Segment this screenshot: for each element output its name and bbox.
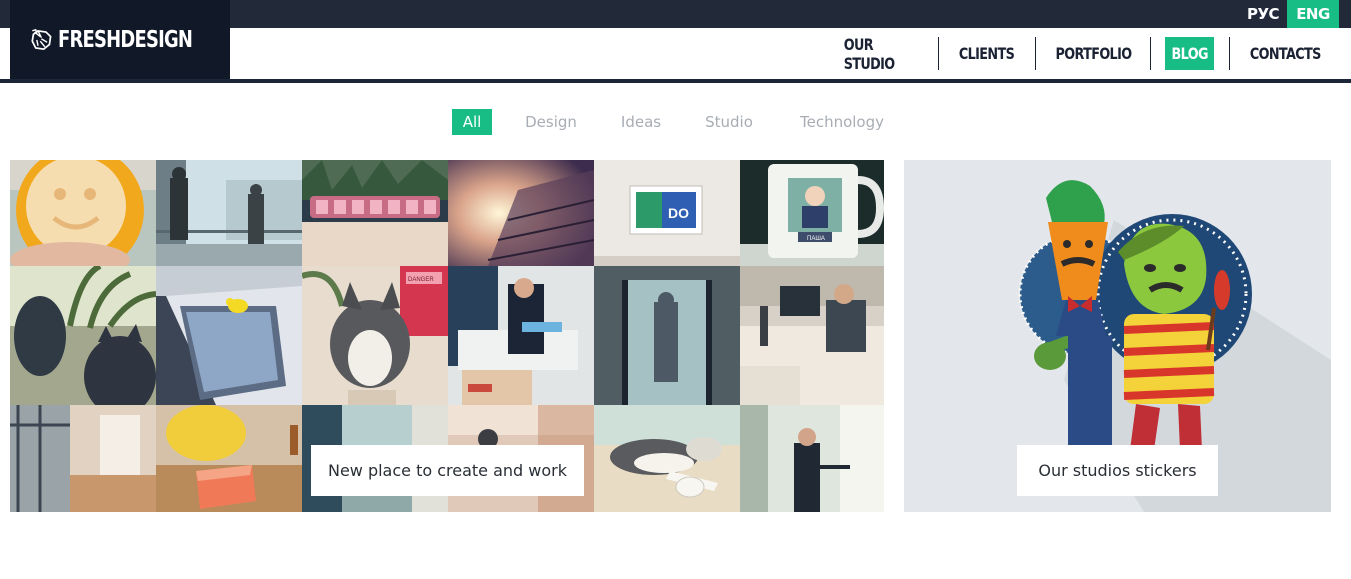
photo-sleeping-dog — [594, 405, 740, 512]
post-caption[interactable]: Our studios stickers — [1017, 445, 1218, 496]
nav-our-studio[interactable]: OUR STUDIO — [835, 34, 922, 73]
nav-label: CLIENTS — [959, 44, 1015, 63]
nav-blog[interactable]: BLOG — [1165, 37, 1214, 70]
photo-man-standing — [740, 405, 884, 512]
post-card-stickers[interactable]: Our studios stickers — [904, 160, 1331, 512]
photo-window-cat — [10, 266, 156, 405]
logo-icon — [31, 28, 52, 51]
logo-text: FRESHDESIGN — [57, 27, 193, 53]
filter-ideas[interactable]: Ideas — [614, 109, 668, 135]
photo-stairs — [10, 405, 156, 512]
mug-label: ПАША — [807, 236, 825, 242]
filter-design[interactable]: Design — [518, 109, 584, 135]
nav-divider — [1035, 37, 1036, 70]
photo-poster-wall: DO — [594, 160, 740, 266]
photo-sunlit-roof — [448, 160, 594, 266]
language-en[interactable]: ENG — [1287, 0, 1339, 28]
language-ru[interactable]: РУС — [1239, 0, 1287, 28]
logo[interactable]: FRESHDESIGN — [10, 0, 230, 80]
nav-label: OUR STUDIO — [843, 34, 895, 73]
nav-label: PORTFOLIO — [1055, 44, 1132, 63]
photo-mug: ПАША — [740, 160, 884, 266]
photo-fresh-letters — [302, 160, 448, 266]
nav-label: BLOG — [1171, 44, 1208, 63]
nav-portfolio[interactable]: PORTFOLIO — [1052, 37, 1134, 70]
filter-all[interactable]: All — [452, 109, 492, 135]
photo-coffee-cup — [10, 160, 156, 266]
photo-office-workers — [740, 266, 884, 405]
post-caption[interactable]: New place to create and work — [311, 445, 584, 496]
nav-divider — [1229, 37, 1230, 70]
photo-beanbag-box — [156, 405, 302, 512]
photo-desk-man — [448, 266, 594, 405]
filter-technology[interactable]: Technology — [792, 109, 892, 135]
photo-parrot-monitor — [156, 266, 302, 405]
header-divider — [0, 79, 1351, 83]
nav-divider — [1150, 37, 1151, 70]
nav-contacts[interactable]: CONTACTS — [1246, 37, 1324, 70]
photo-balcony-people — [156, 160, 302, 266]
poster-text: DO — [668, 205, 689, 221]
photo-husky-dog: DANGER — [302, 266, 448, 405]
nav-label: CONTACTS — [1249, 44, 1321, 63]
filter-studio[interactable]: Studio — [698, 109, 760, 135]
nav-divider — [938, 37, 939, 70]
photo-door-silhouette — [594, 266, 740, 405]
nav-clients[interactable]: CLIENTS — [955, 37, 1019, 70]
post-card-new-place[interactable]: DO ПАША DANGER New place to create and w… — [10, 160, 884, 512]
danger-label: DANGER — [408, 277, 434, 283]
